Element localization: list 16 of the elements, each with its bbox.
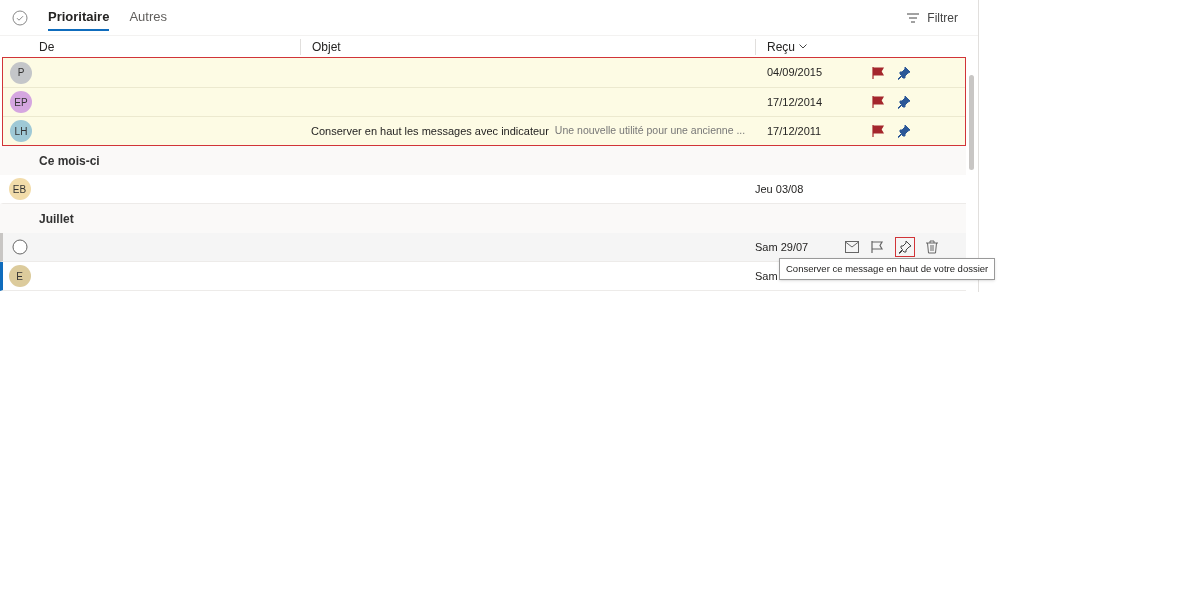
- group-header: Ce mois-ci: [38, 152, 100, 170]
- avatar: LH: [10, 120, 32, 142]
- avatar: E: [8, 265, 31, 287]
- message-date: Sam 29/07: [755, 239, 809, 255]
- message-date: Jeu 03/08: [755, 181, 804, 197]
- message-date: Sam: [755, 268, 778, 284]
- message-date: 17/12/2014: [766, 94, 824, 110]
- message-date: 17/12/2011: [766, 123, 823, 139]
- message-preview: Une nouvelle utilité pour une ancienne ...: [554, 122, 746, 138]
- avatar: P: [10, 61, 32, 84]
- avatar: EP: [10, 91, 32, 113]
- avatar: EB: [8, 178, 31, 200]
- group-header: Juillet: [38, 210, 74, 228]
- message-date: 04/09/2015: [766, 65, 824, 81]
- tooltip: Conserver ce message en haut de votre dossier: [779, 258, 996, 281]
- message-subject: Conserver en haut les messages avec indicateur: [311, 123, 549, 139]
